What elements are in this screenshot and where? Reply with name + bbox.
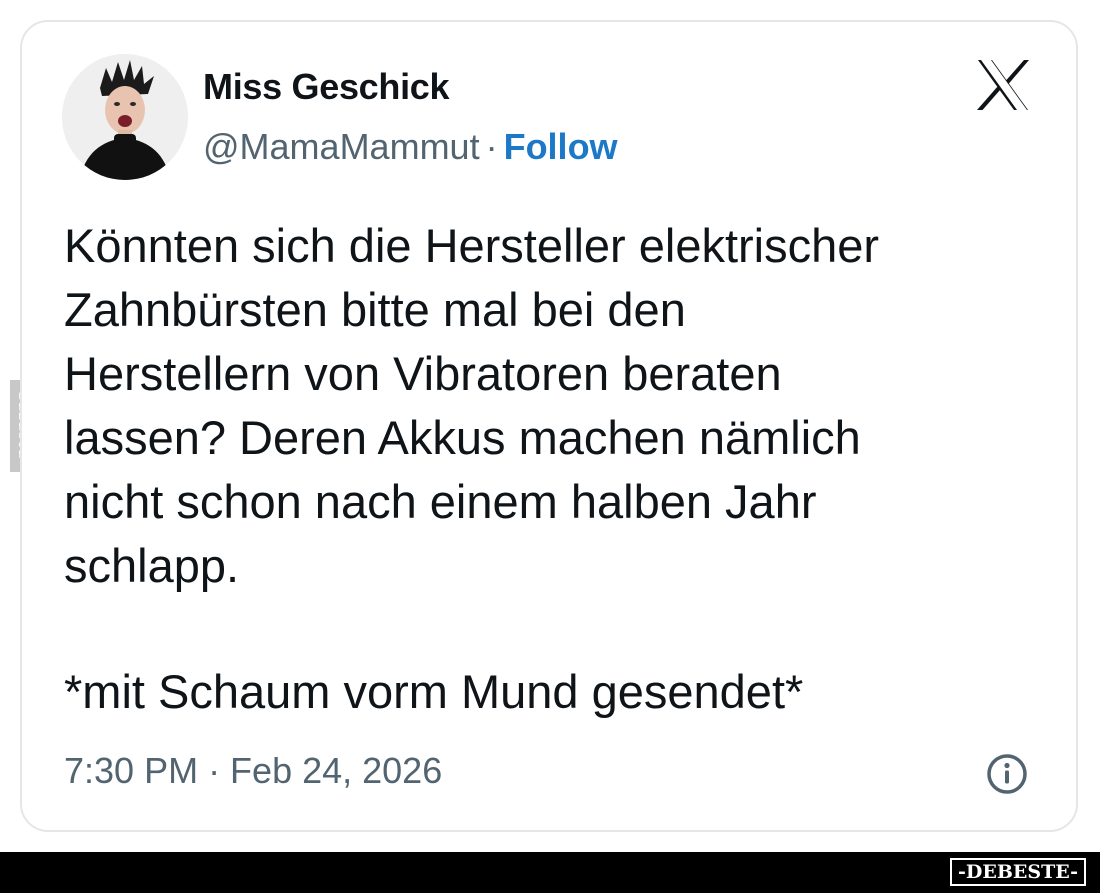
info-icon[interactable] (985, 752, 1029, 796)
tweet-body: Könnten sich die Hersteller elektrischer… (64, 214, 1024, 598)
display-name[interactable]: Miss Geschick (203, 66, 450, 108)
user-handle[interactable]: @MamaMammut (203, 126, 480, 167)
avatar[interactable] (62, 54, 188, 180)
handle-row: @MamaMammut · Follow (203, 126, 618, 168)
tweet-body-line: Herstellern von Vibratoren beraten (64, 347, 782, 400)
page: DEBESTE Miss Geschick @MamaMammut·Follow (0, 0, 1100, 893)
follow-button[interactable]: Follow (504, 126, 618, 167)
separator-dot: · (485, 126, 498, 167)
x-logo-icon[interactable] (972, 54, 1034, 116)
tweet-body-line: schlapp. (64, 539, 240, 592)
avatar-image (62, 54, 188, 180)
tweet-timestamp[interactable]: 7:30 PM · Feb 24, 2026 (64, 750, 442, 792)
tweet-body-line: nicht schon nach einem halben Jahr (64, 475, 817, 528)
tweet-body-line: lassen? Deren Akkus machen nämlich (64, 411, 861, 464)
footer-bar: -DEBESTE- (0, 852, 1100, 893)
tweet-body-line: Könnten sich die Hersteller elektrischer (64, 219, 880, 272)
tweet-body-line: Zahnbürsten bitte mal bei den (64, 283, 686, 336)
tweet-signature: *mit Schaum vorm Mund gesendet* (64, 665, 804, 718)
footer-watermark: -DEBESTE- (950, 858, 1086, 886)
